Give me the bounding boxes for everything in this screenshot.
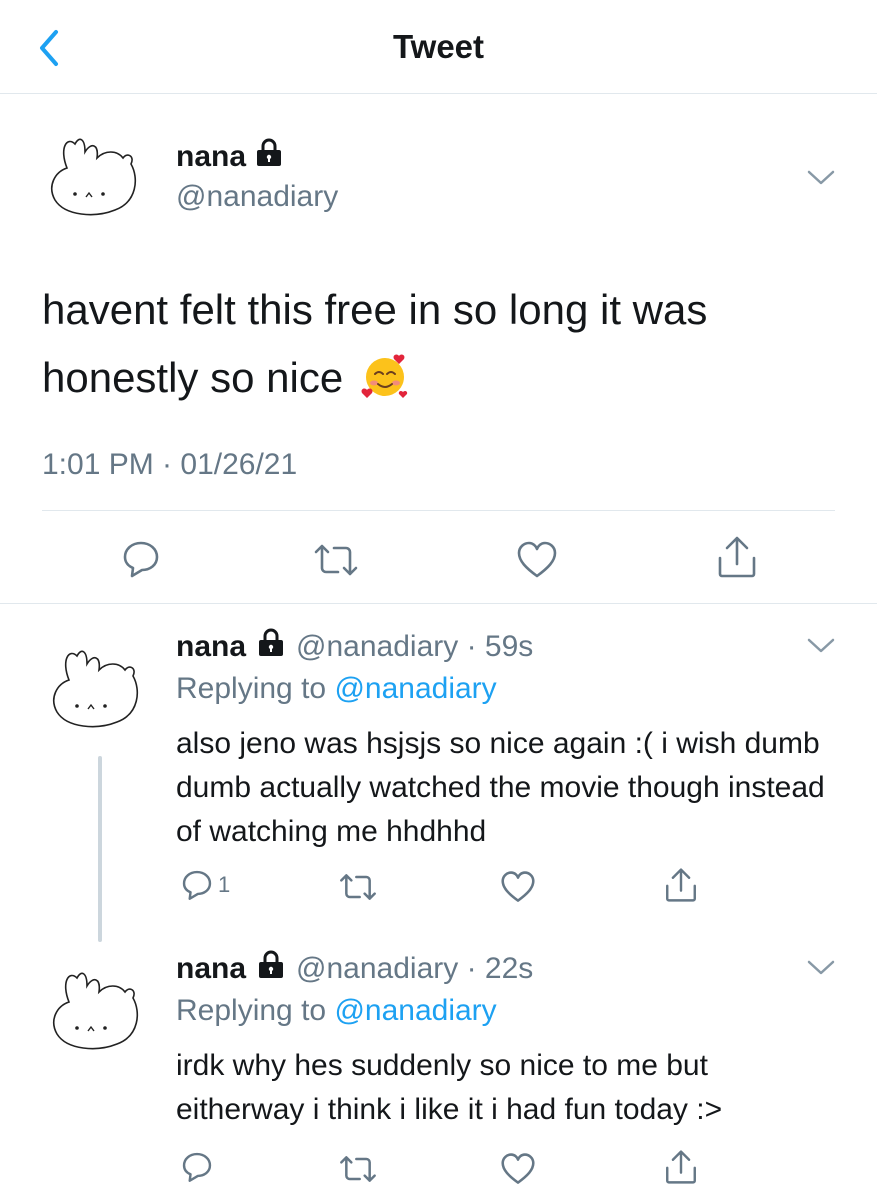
mention-link[interactable]: @nanadiary xyxy=(334,672,496,705)
author-name: nana xyxy=(176,952,247,985)
author-name-text: nana xyxy=(176,140,247,173)
reply-button[interactable]: 1 xyxy=(180,868,230,902)
lock-icon xyxy=(254,138,284,176)
replying-label: Replying to xyxy=(176,672,327,705)
replying-label: Replying to xyxy=(176,994,327,1027)
author-name: nana xyxy=(176,630,247,663)
like-icon[interactable] xyxy=(500,870,536,904)
thread-connector xyxy=(98,756,102,942)
avatar[interactable] xyxy=(47,962,141,1056)
avatar[interactable] xyxy=(47,640,141,734)
author-name[interactable]: nana xyxy=(176,138,284,176)
reply-count: 1 xyxy=(218,872,231,897)
tweet-text: havent felt this free in so long it was … xyxy=(42,276,842,412)
divider xyxy=(0,603,877,604)
retweet-icon[interactable] xyxy=(338,870,378,904)
author-handle[interactable]: @nanadiary xyxy=(176,180,338,214)
retweet-icon[interactable] xyxy=(312,540,360,580)
lock-icon xyxy=(256,950,286,988)
mention-link[interactable]: @nanadiary xyxy=(334,994,496,1027)
reply-text: irdk why hes suddenly so nice to me but … xyxy=(176,1049,723,1126)
retweet-icon[interactable] xyxy=(338,1152,378,1186)
handle-time: @nanadiary · 22s xyxy=(296,952,534,985)
chevron-down-icon[interactable] xyxy=(806,958,836,978)
reply-icon xyxy=(180,868,214,902)
page-title: Tweet xyxy=(392,28,485,65)
tweet-timestamp: 1:01 PM · 01/26/21 xyxy=(42,448,298,481)
smiling-face-with-hearts-icon xyxy=(361,352,409,400)
tweet-actions xyxy=(0,512,877,604)
reply-text: also jeno was hsjsjs so nice again :( i … xyxy=(176,727,825,848)
divider xyxy=(42,510,835,511)
reply-icon[interactable] xyxy=(120,538,162,580)
lock-icon xyxy=(256,628,286,666)
like-icon[interactable] xyxy=(500,1152,536,1186)
share-icon[interactable] xyxy=(664,1148,698,1186)
reply-actions: 1 xyxy=(0,864,877,914)
reply-icon[interactable] xyxy=(180,1150,214,1184)
reply-header[interactable]: nana @nanadiary · 22s xyxy=(176,950,533,988)
reply-actions xyxy=(0,1146,877,1196)
chevron-down-icon[interactable] xyxy=(806,168,836,188)
chevron-down-icon[interactable] xyxy=(806,636,836,656)
top-bar: Tweet xyxy=(0,0,877,94)
share-icon[interactable] xyxy=(664,866,698,904)
like-icon[interactable] xyxy=(516,540,558,580)
replying-to: Replying to @nanadiary xyxy=(176,672,497,706)
handle-time: @nanadiary · 59s xyxy=(296,630,534,663)
avatar[interactable] xyxy=(45,128,139,222)
replying-to: Replying to @nanadiary xyxy=(176,994,497,1028)
reply-header[interactable]: nana @nanadiary · 59s xyxy=(176,628,533,666)
share-icon[interactable] xyxy=(716,534,758,580)
